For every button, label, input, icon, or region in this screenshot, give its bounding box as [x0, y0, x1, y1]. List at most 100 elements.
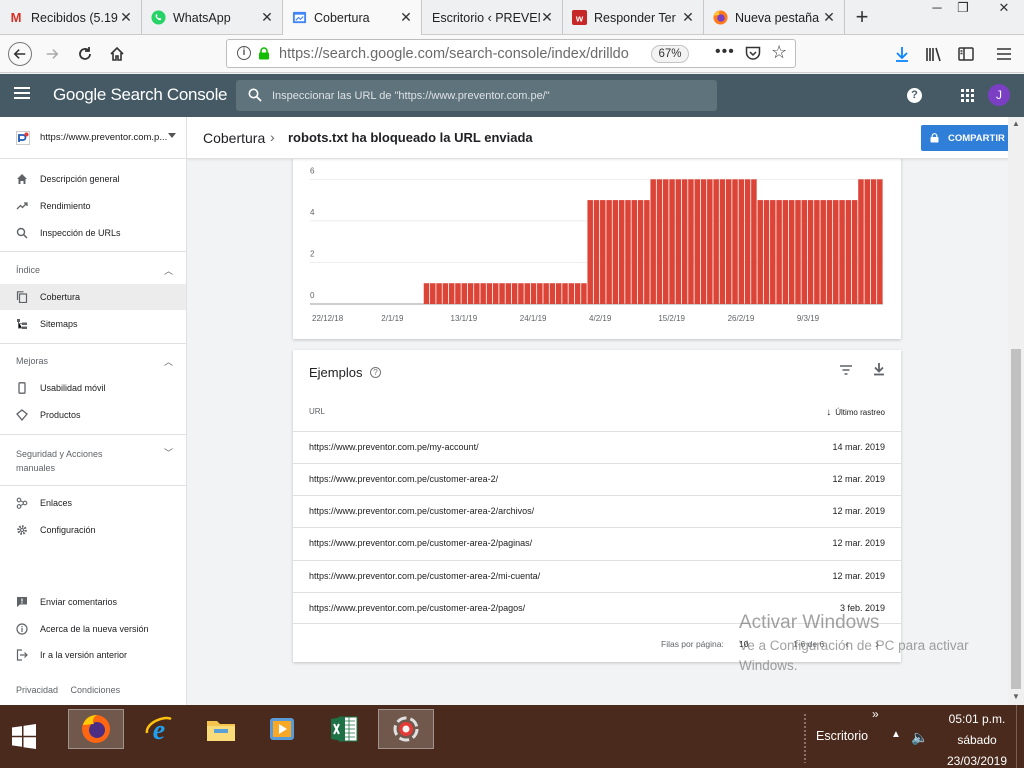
show-desktop-button[interactable]: [1016, 705, 1024, 768]
terms-link[interactable]: Condiciones: [71, 685, 121, 695]
chart-bar[interactable]: [675, 179, 682, 304]
chart-bar[interactable]: [549, 283, 556, 304]
library-button[interactable]: [922, 42, 946, 66]
menu-button[interactable]: [992, 42, 1016, 66]
new-tab-button[interactable]: +: [848, 3, 876, 31]
chevron-down-icon[interactable]: ﹀: [164, 446, 173, 459]
taskbar-firefox[interactable]: [68, 709, 124, 749]
chart-bar[interactable]: [688, 179, 694, 304]
desktop-toolbar-label[interactable]: Escritorio: [816, 729, 868, 743]
chart-bar[interactable]: [555, 283, 562, 304]
section-header-improvements[interactable]: Mejoras: [16, 356, 48, 366]
help-circle-icon[interactable]: ?: [370, 367, 381, 378]
filter-icon[interactable]: [839, 364, 853, 376]
taskbar-media-player[interactable]: [254, 709, 310, 749]
chart-bar[interactable]: [530, 283, 537, 304]
close-tab-icon[interactable]: ✕: [681, 9, 695, 26]
chart-bar[interactable]: [707, 179, 713, 304]
browser-tab-new[interactable]: Nueva pestaña ✕: [704, 0, 845, 35]
chart-bar[interactable]: [788, 200, 795, 304]
chevron-up-icon[interactable]: ︿: [164, 264, 173, 277]
chart-bar[interactable]: [845, 200, 852, 304]
sidebar-item-settings[interactable]: Configuración: [0, 517, 186, 543]
browser-tab-responder[interactable]: w Responder Ter ✕: [563, 0, 704, 35]
scroll-up-icon[interactable]: ▲: [1012, 119, 1020, 128]
chart-bar[interactable]: [851, 200, 858, 304]
scrollbar-thumb[interactable]: [1011, 349, 1021, 689]
chart-bar[interactable]: [618, 200, 625, 304]
sidebar-item-about[interactable]: Acerca de la nueva versión: [0, 616, 186, 642]
chart-bar[interactable]: [493, 283, 499, 304]
table-row[interactable]: https://www.preventor.com.pe/customer-ar…: [293, 495, 901, 527]
chart-bar[interactable]: [725, 179, 732, 304]
chart-bar[interactable]: [600, 200, 606, 304]
system-clock[interactable]: 05:01 p.m. sábado 23/03/2019: [940, 709, 1014, 768]
gsc-logo[interactable]: Google Search Console: [53, 85, 228, 105]
chart-bar[interactable]: [593, 200, 600, 304]
table-row[interactable]: https://www.preventor.com.pe/customer-ar…: [293, 560, 901, 592]
pocket-icon[interactable]: [745, 46, 761, 61]
back-button[interactable]: [8, 42, 32, 66]
close-tab-icon[interactable]: ✕: [260, 9, 274, 26]
chart-bar[interactable]: [505, 283, 512, 304]
chart-bar[interactable]: [537, 283, 543, 304]
page-scrollbar[interactable]: ▲ ▼: [1008, 117, 1024, 705]
chart-bar[interactable]: [814, 200, 820, 304]
close-window-button[interactable]: ✕: [984, 0, 1024, 20]
close-tab-icon[interactable]: ✕: [399, 9, 413, 26]
chart-bar[interactable]: [669, 179, 675, 304]
forward-button[interactable]: [40, 42, 64, 66]
avatar[interactable]: J: [988, 84, 1010, 106]
chart-bar[interactable]: [776, 200, 782, 304]
chart-bar[interactable]: [656, 179, 663, 304]
chart-bar[interactable]: [442, 283, 449, 304]
close-tab-icon[interactable]: ✕: [119, 9, 133, 26]
table-row[interactable]: https://www.preventor.com.pe/customer-ar…: [293, 463, 901, 495]
chart-bar[interactable]: [562, 283, 568, 304]
close-tab-icon[interactable]: ✕: [540, 9, 554, 26]
chart-bar[interactable]: [637, 200, 644, 304]
taskbar-recording-app[interactable]: [378, 709, 434, 749]
sidebar-item-links[interactable]: Enlaces: [0, 490, 186, 516]
browser-tab-whatsapp[interactable]: WhatsApp ✕: [142, 0, 283, 35]
bookmark-star-icon[interactable]: ☆: [771, 42, 787, 63]
chart-bar[interactable]: [436, 283, 442, 304]
chart-bar[interactable]: [700, 179, 707, 304]
sidebar-item-url-inspection[interactable]: Inspección de URLs: [0, 220, 186, 246]
chart-bar[interactable]: [430, 283, 436, 304]
sidebar-item-overview[interactable]: Descripción general: [0, 166, 186, 192]
property-selector[interactable]: https://www.preventor.com.p...: [0, 117, 186, 159]
chart-bar[interactable]: [770, 200, 776, 304]
chart-bar[interactable]: [877, 179, 883, 304]
main-menu-icon[interactable]: [14, 87, 30, 103]
chart-bar[interactable]: [511, 283, 518, 304]
column-header-url[interactable]: URL: [309, 407, 325, 416]
chart-bar[interactable]: [625, 200, 631, 304]
chart-bar[interactable]: [713, 179, 719, 304]
chart-bar[interactable]: [543, 283, 549, 304]
home-button[interactable]: [105, 42, 129, 66]
chart-bar[interactable]: [751, 179, 757, 304]
sidebar-item-mobile-usability[interactable]: Usabilidad móvil: [0, 375, 186, 401]
sidebar-item-sitemaps[interactable]: Sitemaps: [0, 311, 186, 337]
chart-bar[interactable]: [606, 200, 612, 304]
chart-bar[interactable]: [524, 283, 530, 304]
chart-bar[interactable]: [587, 200, 593, 304]
sidebar-toggle-button[interactable]: [954, 42, 978, 66]
chart-bar[interactable]: [801, 200, 808, 304]
search-input[interactable]: [272, 87, 702, 104]
url-inspection-search[interactable]: [236, 80, 717, 111]
taskbar-internet-explorer[interactable]: e: [131, 709, 187, 749]
chart-bar[interactable]: [732, 179, 738, 304]
chart-bar[interactable]: [833, 200, 839, 304]
chart-bar[interactable]: [499, 283, 505, 304]
page-actions-icon[interactable]: •••: [715, 43, 735, 61]
table-row[interactable]: https://www.preventor.com.pe/customer-ar…: [293, 527, 901, 559]
browser-tab-gmail[interactable]: M Recibidos (5.19 ✕: [0, 0, 142, 35]
chart-bar[interactable]: [474, 283, 480, 304]
chevron-double-right-icon[interactable]: »: [872, 707, 879, 721]
chart-bar[interactable]: [826, 200, 833, 304]
chart-bar[interactable]: [719, 179, 726, 304]
help-icon[interactable]: ?: [907, 88, 922, 103]
tray-expand-icon[interactable]: ▲: [891, 729, 901, 740]
